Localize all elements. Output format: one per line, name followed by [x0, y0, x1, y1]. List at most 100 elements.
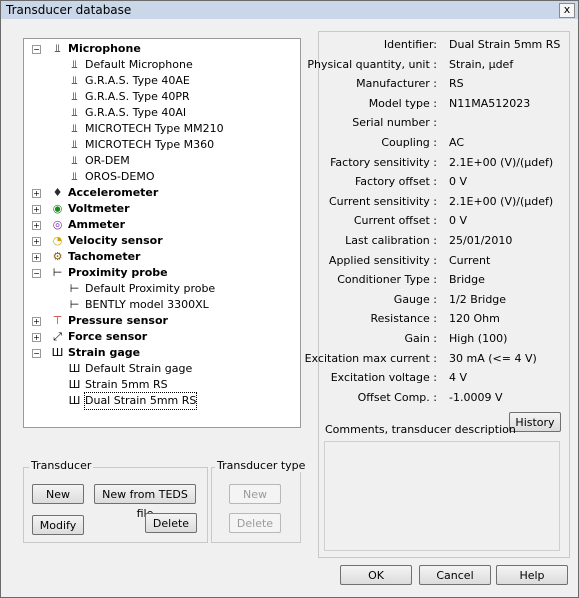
property-label: Identifier:	[383, 38, 437, 51]
property-row: Offset Comp. : -1.0009 V	[319, 391, 569, 405]
expand-icon[interactable]: +	[32, 317, 41, 326]
collapse-icon[interactable]: −	[32, 45, 41, 54]
property-value: 1/2 Bridge	[449, 292, 507, 306]
property-label: Applied sensitivity :	[328, 253, 437, 267]
transducer-type-group-title: Transducer type	[215, 459, 308, 472]
expand-icon[interactable]: +	[32, 237, 41, 246]
property-label: Excitation voltage :	[330, 371, 437, 385]
microphone-icon: ⫫	[71, 122, 78, 135]
property-row: Physical quantity, unit : Strain, µdef	[307, 58, 569, 72]
property-row: Current sensitivity : 2.1E+00 (V)/(µdef)	[319, 195, 569, 209]
microphone-icon: ⫫	[54, 42, 61, 55]
expand-icon[interactable]: +	[32, 205, 41, 214]
microphone-icon: ⫫	[71, 58, 78, 71]
property-label: Manufacturer :	[356, 77, 437, 91]
strain-gage-icon: Ш	[51, 346, 64, 359]
property-label: Resistance :	[370, 312, 437, 326]
comments-textarea[interactable]	[324, 441, 560, 551]
expand-icon[interactable]: +	[32, 253, 41, 262]
property-row: Excitation voltage : 4 V	[319, 371, 569, 385]
tree-item-label: Dual Strain 5mm RS	[83, 392, 198, 410]
ammeter-icon: ◎	[52, 218, 63, 231]
property-label: Current sensitivity :	[328, 194, 437, 208]
property-row: Gain : High (100)	[319, 332, 569, 346]
property-row: Resistance : 120 Ohm	[319, 312, 569, 326]
strain-gage-icon: Ш	[68, 362, 81, 375]
property-value: AC	[449, 136, 465, 149]
cancel-button[interactable]: Cancel	[419, 565, 491, 585]
property-row: Serial number :	[319, 116, 569, 130]
property-value: N11MA512023	[449, 96, 531, 110]
property-row: Last calibration : 25/01/2010	[319, 234, 569, 248]
ok-button[interactable]: OK	[340, 565, 412, 585]
modify-button[interactable]: Modify	[32, 515, 84, 535]
collapse-icon[interactable]: −	[32, 269, 41, 278]
proximity-probe-icon: ⊢	[69, 282, 80, 295]
property-label: Physical quantity, unit :	[307, 57, 437, 71]
property-value: 120 Ohm	[449, 312, 500, 326]
property-value: 30 mA (<= 4 V)	[449, 351, 537, 365]
property-row: Excitation max current : 30 mA (<= 4 V)	[305, 351, 569, 366]
strain-gage-icon: Ш	[68, 394, 81, 407]
tree-item-label: G.R.A.S. Type 40AI	[85, 106, 187, 119]
tree-item-label: MICROTECH Type MM210	[85, 122, 224, 135]
expand-icon[interactable]: +	[32, 221, 41, 230]
property-value: 2.1E+00 (V)/(µdef)	[449, 155, 554, 169]
new-type-button[interactable]: New	[229, 484, 281, 504]
transducer-database-window: Transducer database x − ⫫ Microphone ⫫ Defau…	[0, 0, 579, 598]
microphone-icon: ⫫	[71, 138, 78, 151]
title-bar: Transducer database x	[1, 1, 578, 19]
collapse-icon[interactable]: −	[32, 349, 41, 358]
property-value: High (100)	[449, 332, 508, 345]
property-value: RS	[449, 77, 464, 91]
expand-icon[interactable]: +	[32, 189, 41, 198]
history-button[interactable]: History	[509, 412, 561, 432]
tree-item-label: Strain 5mm RS	[85, 378, 168, 391]
tree-item-label: G.R.A.S. Type 40AE	[85, 74, 190, 87]
property-row: Identifier: Dual Strain 5mm RS	[319, 38, 569, 52]
velocity-sensor-icon: ◔	[52, 234, 63, 247]
microphone-icon: ⫫	[71, 170, 78, 183]
help-button[interactable]: Help	[496, 565, 568, 585]
delete-transducer-button[interactable]: Delete	[145, 513, 197, 533]
tree-item-label: G.R.A.S. Type 40PR	[85, 90, 190, 103]
property-value: -1.0009 V	[449, 390, 503, 404]
expand-icon[interactable]: +	[32, 333, 41, 342]
accelerometer-icon: ♦	[52, 186, 63, 199]
pressure-sensor-icon: ⊤	[52, 314, 63, 327]
property-label: Coupling :	[381, 136, 437, 149]
property-value: 25/01/2010	[449, 234, 513, 247]
transducer-tree[interactable]: − ⫫ Microphone ⫫ Default Microphone ⫫ G.R.A.S.…	[23, 38, 301, 428]
close-button[interactable]: x	[559, 3, 575, 18]
proximity-probe-icon: ⊢	[69, 298, 80, 311]
new-from-teds-button[interactable]: New from TEDS file	[94, 484, 196, 520]
transducer-group-title: Transducer	[29, 459, 94, 472]
microphone-icon: ⫫	[71, 74, 78, 87]
tree-item-label: Default Microphone	[85, 58, 193, 71]
tree-item-label: Velocity sensor	[68, 234, 163, 247]
property-row: Coupling : AC	[319, 136, 569, 150]
tree-item-label: Accelerometer	[68, 186, 159, 199]
strain-gage-icon: Ш	[68, 378, 81, 391]
property-row: Conditioner Type : Bridge	[319, 273, 569, 287]
property-value: 0 V	[449, 214, 468, 228]
tree-item-label: Default Strain gage	[85, 362, 193, 375]
new-transducer-button[interactable]: New	[32, 484, 84, 504]
property-row: Manufacturer : RS	[319, 77, 569, 91]
property-row: Gauge : 1/2 Bridge	[319, 293, 569, 307]
property-label: Last calibration :	[345, 234, 437, 247]
tree-item-label: Force sensor	[68, 330, 148, 343]
delete-type-button[interactable]: Delete	[229, 513, 281, 533]
tree-item-label: Tachometer	[68, 250, 141, 263]
property-value: Current	[449, 253, 491, 267]
property-row: Factory offset : 0 V	[319, 175, 569, 189]
force-sensor-icon: ⤢	[53, 330, 62, 343]
tree-item-label: MICROTECH Type M360	[85, 138, 215, 151]
tree-item-label: Pressure sensor	[68, 314, 168, 327]
property-label: Factory sensitivity :	[330, 155, 437, 169]
tree-item-label: OR-DEM	[85, 154, 130, 167]
property-label: Model type :	[368, 96, 437, 110]
tree-item-label: Ammeter	[68, 218, 126, 231]
tree-item-label: Proximity probe	[68, 266, 168, 279]
property-label: Factory offset :	[354, 175, 437, 189]
